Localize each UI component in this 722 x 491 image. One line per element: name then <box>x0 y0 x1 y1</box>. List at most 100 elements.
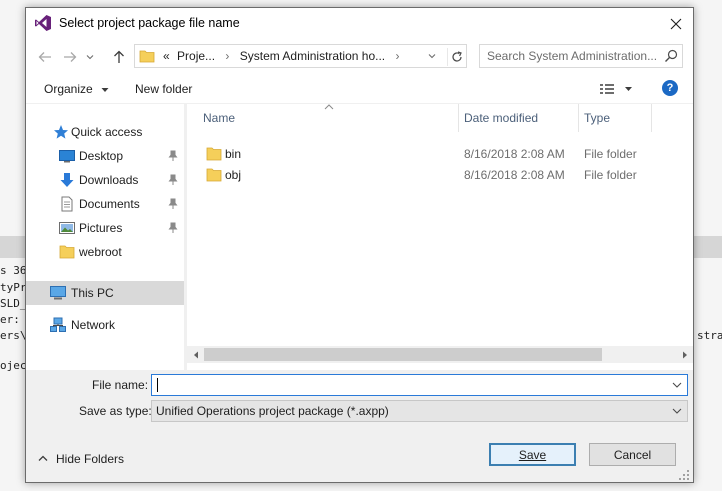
file-name-combobox <box>151 374 688 396</box>
file-row[interactable]: obj 8/16/2018 2:08 AM File folder <box>187 165 693 186</box>
column-headers: Name Date modified Type <box>187 104 693 132</box>
change-view-button[interactable] <box>598 82 638 96</box>
folder-icon <box>206 168 222 182</box>
search-input[interactable] <box>480 45 660 67</box>
documents-icon <box>61 196 73 212</box>
dialog-title: Select project package file name <box>59 16 240 30</box>
hide-folders-toggle[interactable]: Hide Folders <box>38 451 138 467</box>
scroll-right-button[interactable] <box>676 346 693 363</box>
search-icon[interactable] <box>663 48 679 64</box>
background-text: stra <box>697 329 722 342</box>
chevron-down-icon <box>672 382 682 388</box>
breadcrumb: « Proje... › System Administration ho...… <box>163 49 399 63</box>
column-header-type[interactable]: Type <box>584 111 610 125</box>
column-divider[interactable] <box>651 104 652 132</box>
nav-item-label: Network <box>71 318 116 332</box>
new-folder-button[interactable]: New folder <box>135 82 192 96</box>
star-icon <box>54 125 68 139</box>
file-name: bin <box>225 147 242 161</box>
navigation-pane: Quick access Desktop Downloads Documents… <box>26 104 184 370</box>
nav-item-webroot[interactable]: webroot <box>26 241 184 263</box>
save-file-dialog: Select project package file name « Proje… <box>25 7 694 483</box>
forward-button[interactable] <box>61 48 79 66</box>
arrow-up-icon <box>114 50 124 63</box>
nav-item-quick-access[interactable]: Quick access <box>26 121 184 143</box>
nav-item-pictures[interactable]: Pictures <box>26 217 184 239</box>
file-name-label: File name: <box>92 378 149 392</box>
refresh-icon <box>451 51 462 62</box>
file-name: obj <box>225 168 242 182</box>
nav-item-label: Quick access <box>71 125 143 139</box>
caret-left-icon <box>193 351 198 358</box>
file-list: Name Date modified Type bin 8/16/2018 2:… <box>187 104 693 370</box>
dialog-titlebar: Select project package file name <box>26 8 693 40</box>
chevron-down-icon <box>86 55 94 60</box>
column-header-name[interactable]: Name <box>203 111 235 125</box>
column-divider[interactable] <box>458 104 459 132</box>
recent-locations-button[interactable] <box>84 48 96 66</box>
nav-item-label: webroot <box>79 245 122 259</box>
file-date-modified: 8/16/2018 2:08 AM <box>464 147 565 161</box>
navigation-bar: « Proje... › System Administration ho...… <box>26 40 693 74</box>
folder-icon <box>59 245 75 259</box>
scroll-left-button[interactable] <box>187 346 204 363</box>
column-divider[interactable] <box>578 104 579 132</box>
file-name-input[interactable] <box>152 375 662 395</box>
refresh-button[interactable] <box>447 48 465 66</box>
resize-grip-icon[interactable] <box>678 469 690 481</box>
column-header-date-modified[interactable]: Date modified <box>464 111 538 125</box>
nav-item-label: Downloads <box>79 173 139 187</box>
folder-icon <box>206 147 222 161</box>
horizontal-scrollbar[interactable] <box>187 346 693 363</box>
nav-item-network[interactable]: Network <box>26 314 184 336</box>
nav-item-this-pc[interactable]: This PC <box>26 281 184 305</box>
nav-item-documents[interactable]: Documents <box>26 193 184 215</box>
nav-item-label: Documents <box>79 197 140 211</box>
save-button[interactable]: Save <box>489 443 576 466</box>
background-text: SLD_ <box>0 297 27 310</box>
breadcrumb-separator[interactable]: › <box>395 49 399 63</box>
scrollbar-thumb[interactable] <box>204 348 602 361</box>
this-pc-icon <box>50 286 66 300</box>
file-type: File folder <box>584 168 637 182</box>
address-dropdown-button[interactable] <box>423 48 441 64</box>
save-label: Save <box>518 447 547 462</box>
background-text: ojec <box>0 359 27 372</box>
caret-right-icon <box>682 351 687 358</box>
background-text: tyPr <box>0 281 27 294</box>
breadcrumb-overflow[interactable]: « <box>163 49 170 63</box>
nav-item-downloads[interactable]: Downloads <box>26 169 184 191</box>
command-bar: Organize New folder ? <box>26 74 693 104</box>
up-button[interactable] <box>110 48 128 66</box>
pin-icon <box>168 198 178 209</box>
cancel-button[interactable]: Cancel <box>589 443 676 466</box>
save-as-type-label: Save as type: <box>79 404 152 418</box>
save-as-type-value: Unified Operations project package (*.ax… <box>156 404 389 418</box>
arrow-left-icon <box>38 52 51 62</box>
save-as-type-select[interactable]: Unified Operations project package (*.ax… <box>151 400 688 422</box>
help-button[interactable]: ? <box>662 80 678 96</box>
search-box <box>479 44 683 68</box>
close-button[interactable] <box>663 12 689 36</box>
pictures-icon <box>59 222 75 234</box>
save-as-type-dropdown-button[interactable] <box>669 403 685 419</box>
sort-ascending-icon <box>324 104 334 110</box>
pin-icon <box>168 150 178 161</box>
back-button[interactable] <box>36 48 54 66</box>
nav-item-label: Desktop <box>79 149 124 163</box>
background-text: ers\ <box>0 329 27 342</box>
file-type: File folder <box>584 147 637 161</box>
file-row[interactable]: bin 8/16/2018 2:08 AM File folder <box>187 144 693 165</box>
organize-menu[interactable]: Organize <box>44 82 109 96</box>
breadcrumb-item[interactable]: System Administration ho... <box>240 49 385 63</box>
file-name-dropdown-button[interactable] <box>669 377 685 393</box>
folder-icon <box>139 48 155 64</box>
close-icon <box>670 18 682 30</box>
breadcrumb-separator[interactable]: › <box>225 49 229 63</box>
visual-studio-icon <box>34 14 52 32</box>
desktop-icon <box>59 150 75 163</box>
address-bar[interactable]: « Proje... › System Administration ho...… <box>134 44 467 68</box>
nav-item-desktop[interactable]: Desktop <box>26 145 184 167</box>
breadcrumb-item[interactable]: Proje... <box>177 49 215 63</box>
file-date-modified: 8/16/2018 2:08 AM <box>464 168 565 182</box>
